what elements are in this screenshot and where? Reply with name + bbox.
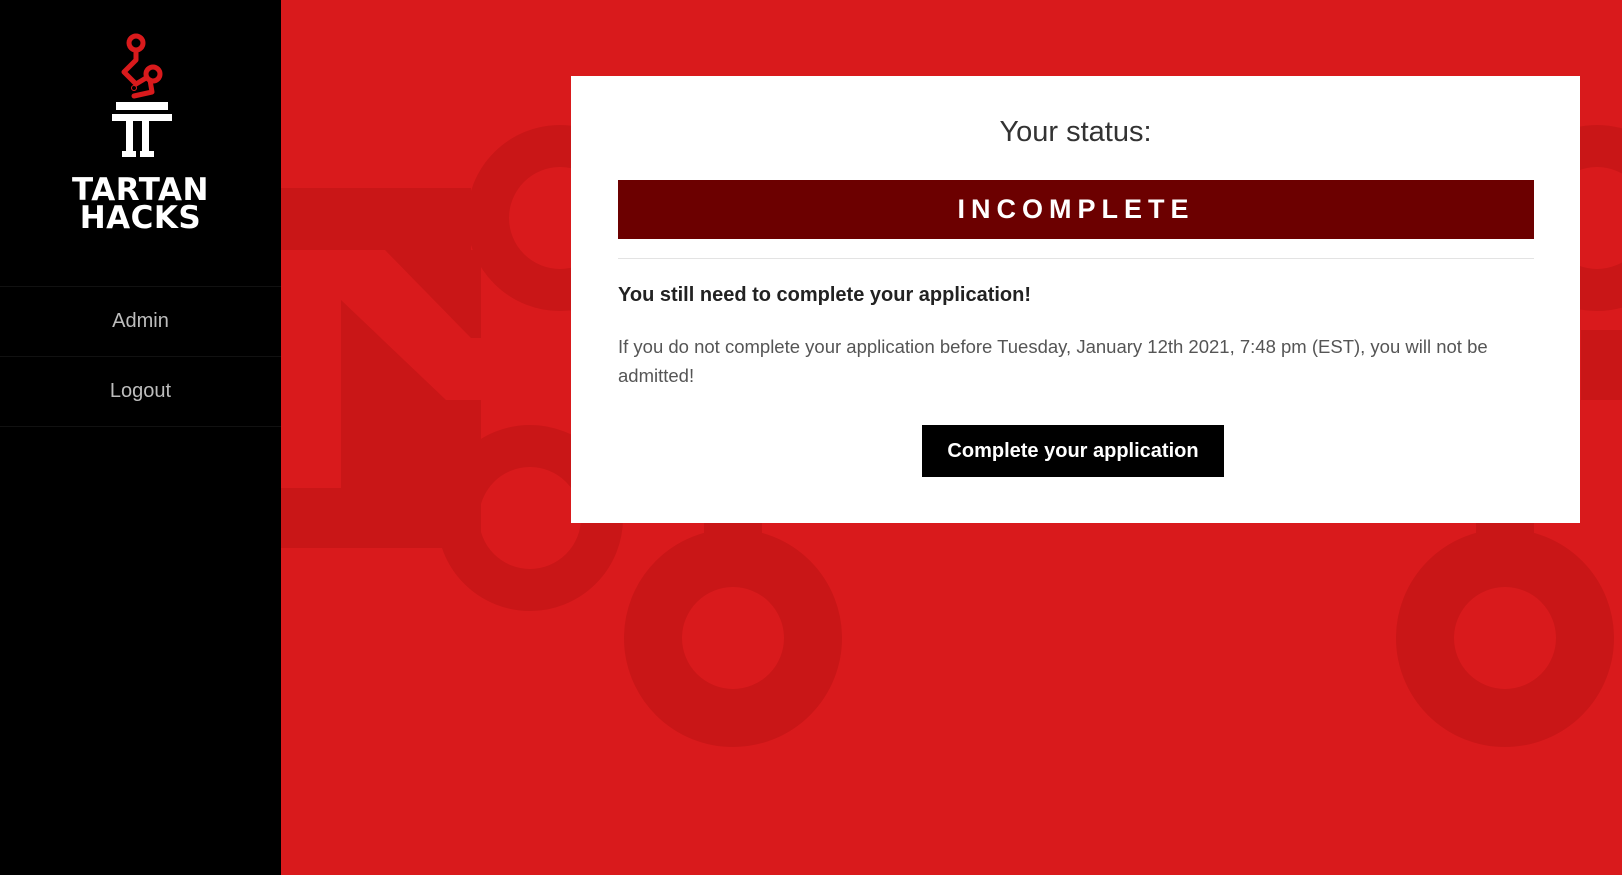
- complete-application-button[interactable]: Complete your application: [922, 425, 1224, 477]
- torch-logo-icon: [111, 33, 172, 157]
- tartan-hacks-logo[interactable]: TARTAN HACKS: [0, 30, 281, 240]
- divider: [618, 258, 1534, 259]
- status-card: Your status: INCOMPLETE You still need t…: [571, 76, 1580, 523]
- status-title: Your status:: [999, 116, 1152, 148]
- status-headline: You still need to complete your applicat…: [618, 284, 1032, 306]
- sidebar-item-logout[interactable]: Logout: [0, 357, 281, 427]
- sidebar: TARTAN HACKS Admin Logout: [0, 0, 281, 875]
- logo-text-hacks: HACKS: [79, 200, 202, 236]
- sidebar-item-admin[interactable]: Admin: [0, 287, 281, 357]
- app-root: TARTAN HACKS Admin Logout Your status: I…: [0, 0, 1622, 875]
- sidebar-nav: Admin Logout: [0, 286, 281, 427]
- deadline-message: If you do not complete your application …: [618, 336, 1488, 386]
- status-badge: INCOMPLETE: [618, 180, 1534, 239]
